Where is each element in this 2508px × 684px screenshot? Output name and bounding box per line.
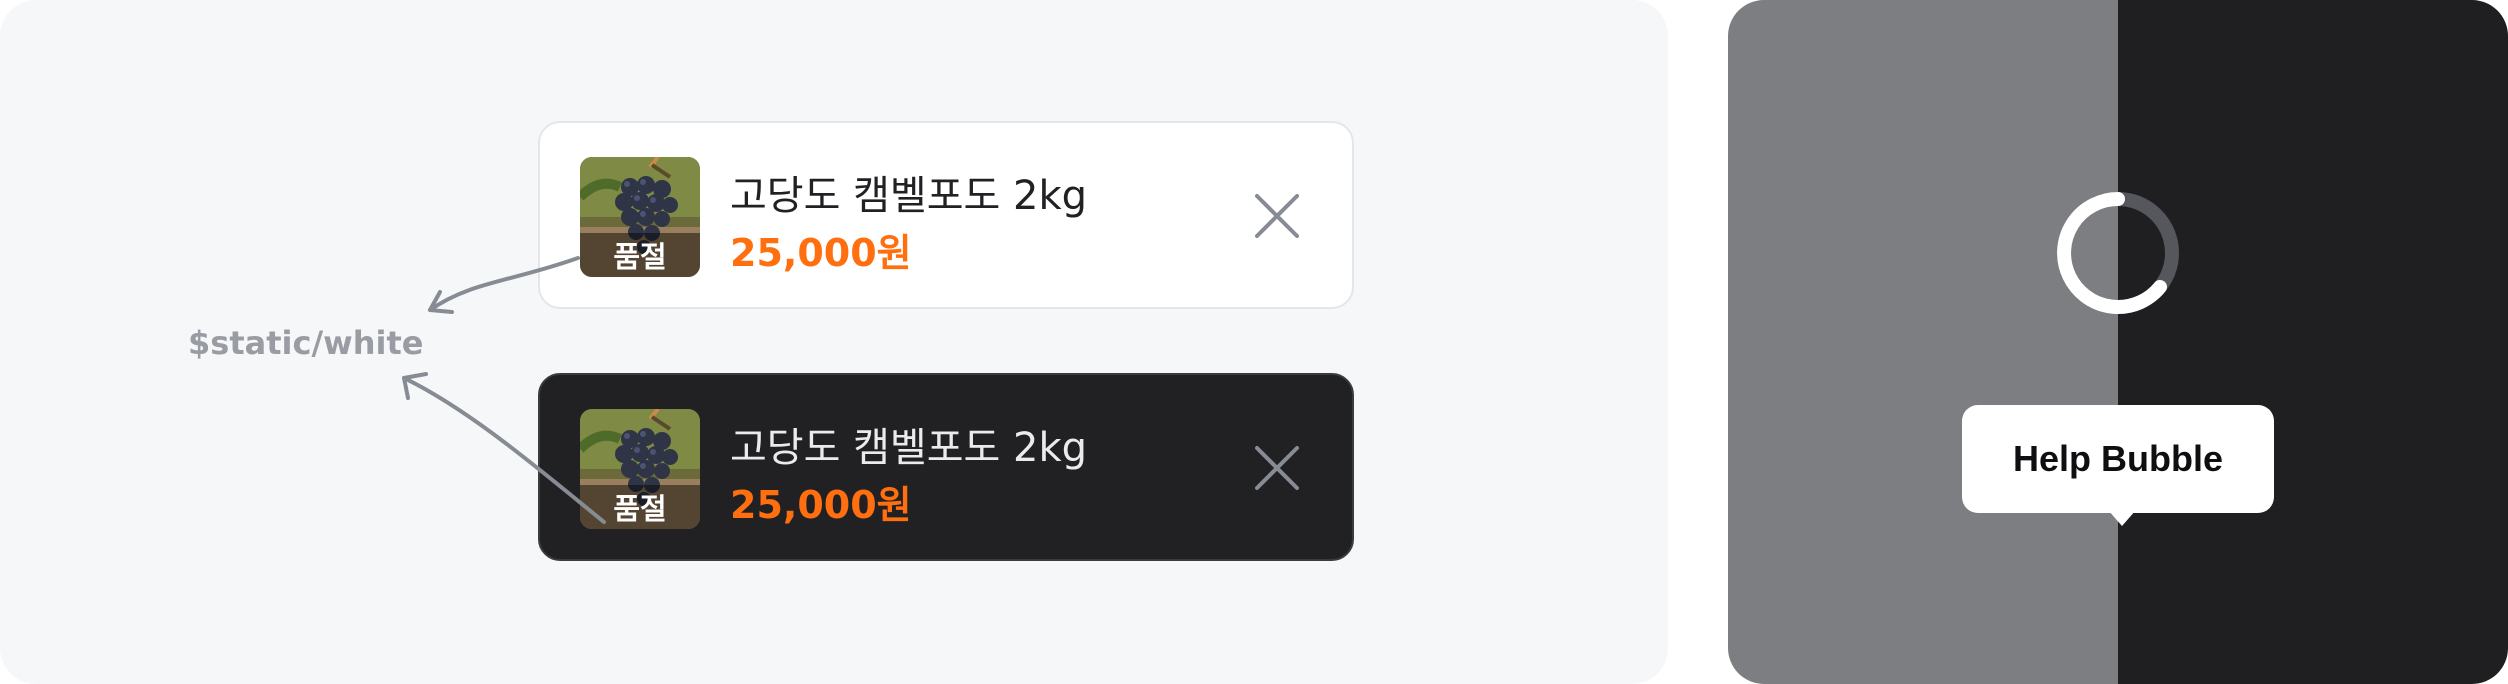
dark-preview-panel: Help Bubble <box>1728 0 2508 684</box>
token-annotation-label: $static/white <box>188 324 424 362</box>
help-bubble-tail <box>2108 510 2136 526</box>
dark-background <box>2118 0 2508 684</box>
arrow-to-dark-badge <box>402 376 606 524</box>
light-preview-panel: 품절 고당도 캠벨포도 2kg 25,000원 품절 고당도 캠벨포도 2kg … <box>0 0 1668 684</box>
arrow-to-light-badge <box>428 256 580 312</box>
loading-spinner-icon <box>2057 192 2179 314</box>
help-bubble[interactable]: Help Bubble <box>1962 405 2274 513</box>
help-bubble-label: Help Bubble <box>2012 438 2223 479</box>
gray-background <box>1728 0 2118 684</box>
